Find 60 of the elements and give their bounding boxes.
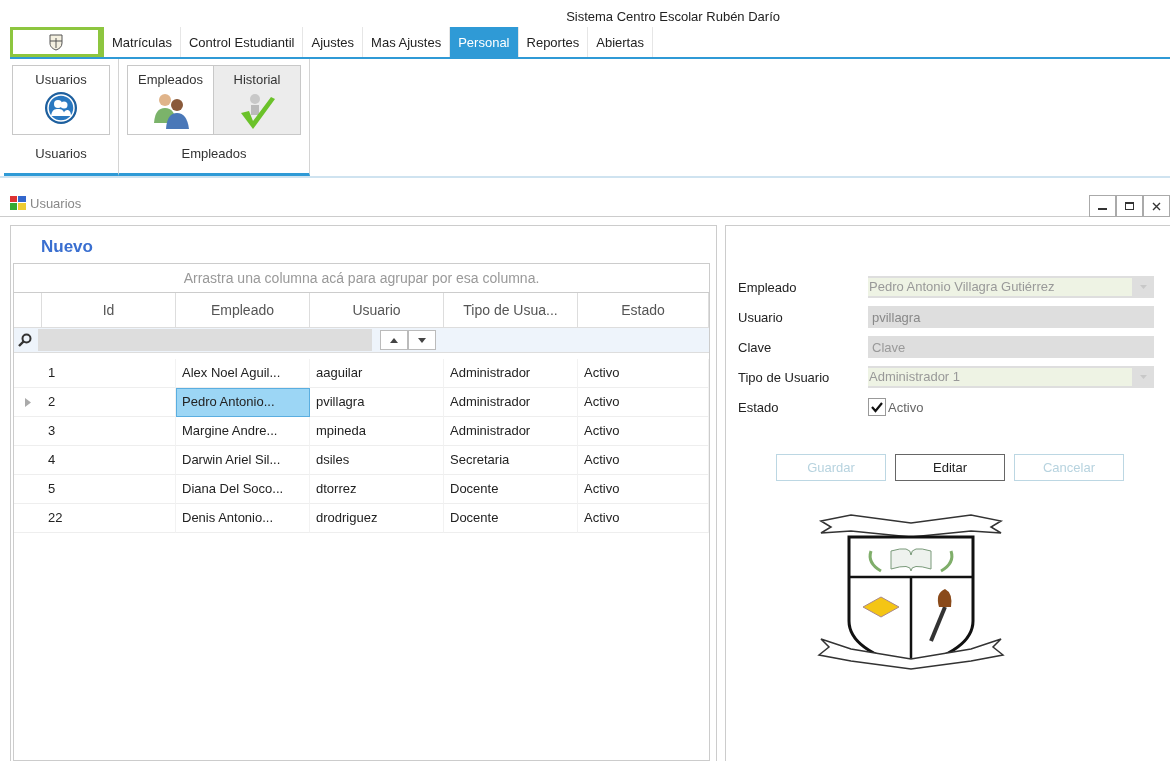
crest-icon [47, 33, 64, 51]
table-cell: Margine Andre... [176, 417, 310, 446]
window-title: Usuarios [30, 195, 83, 211]
minimize-button[interactable] [1089, 195, 1116, 217]
table-cell: Diana Del Soco... [176, 475, 310, 504]
table-cell: pvillagra [310, 388, 444, 417]
close-icon [1152, 201, 1161, 211]
table-cell: aaguilar [310, 359, 444, 388]
table-cell: Activo [578, 417, 709, 446]
minimize-icon [1098, 208, 1107, 210]
field-label: Estado [738, 399, 780, 415]
app-title: Sistema Centro Escolar Rubén Darío [566, 9, 780, 26]
table-cell: Activo [578, 446, 709, 475]
close-button[interactable] [1143, 195, 1170, 217]
move-up-button[interactable] [380, 330, 408, 350]
down-arrow-icon [418, 337, 426, 343]
table-cell: Activo [578, 475, 709, 504]
table-cell: 22 [42, 504, 176, 533]
ribbon-button[interactable]: Historial [214, 66, 300, 134]
table-cell: Activo [578, 388, 709, 417]
table-cell: Activo [578, 359, 709, 388]
table-cell: mpineda [310, 417, 444, 446]
checkbox[interactable] [868, 398, 886, 416]
field-label: Empleado [738, 279, 798, 295]
table-cell: 5 [42, 475, 176, 504]
move-down-button[interactable] [408, 330, 436, 350]
field-label: Tipo de Usuario [738, 369, 831, 385]
table-cell: Secretaria [444, 446, 578, 475]
table-cell: 1 [42, 359, 176, 388]
maximize-icon [1125, 202, 1134, 210]
table-cell: 3 [42, 417, 176, 446]
filter-field[interactable] [38, 329, 372, 351]
table-cell: drodriguez [310, 504, 444, 533]
table-cell: Administrador [444, 359, 578, 388]
table-cell: 4 [42, 446, 176, 475]
table-cell: Denis Antonio... [176, 504, 310, 533]
group-label: Empleados [181, 145, 247, 163]
table-cell: Darwin Ariel Sil... [176, 446, 310, 475]
up-arrow-icon [390, 337, 398, 343]
group-hint: Arrastra una columna acá para agrupar por esa columna. [14, 264, 709, 293]
users-icon [44, 91, 78, 125]
logo-tab[interactable] [10, 27, 104, 57]
field-label: Clave [738, 339, 773, 355]
table-cell: Pedro Antonio... [176, 388, 310, 417]
table-cell: Docente [444, 504, 578, 533]
table-cell: Docente [444, 475, 578, 504]
window-icon [10, 196, 26, 210]
field-label: Usuario [738, 309, 784, 325]
table-cell: Activo [578, 504, 709, 533]
table-cell: dtorrez [310, 475, 444, 504]
checkbox-label[interactable]: Activo [888, 399, 924, 415]
table-cell: dsiles [310, 446, 444, 475]
maximize-button[interactable] [1116, 195, 1143, 217]
table-cell: Administrador [444, 388, 578, 417]
action-button[interactable]: Editar [895, 454, 1005, 481]
section-heading: Nuevo [40, 236, 94, 258]
group-label: Usuarios [35, 145, 87, 163]
table-cell: Administrador [444, 417, 578, 446]
text-field[interactable]: Clave [868, 336, 1154, 358]
search-icon [18, 333, 32, 347]
